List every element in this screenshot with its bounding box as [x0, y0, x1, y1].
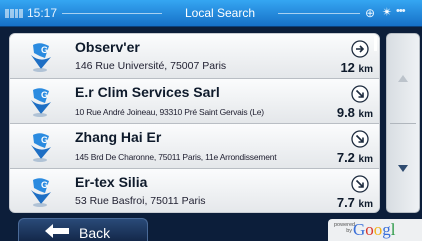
scroll-down-button[interactable]	[387, 124, 419, 213]
result-address: 146 Rue Université, 75007 Paris	[75, 60, 227, 72]
result-row[interactable]: G Zhang Hai Er 145 Brd De Charonne, 7501…	[10, 124, 379, 169]
result-distance: 7.7 km	[336, 195, 373, 210]
result-row[interactable]: G E.r Clim Services Sarl 10 Rue André Jo…	[10, 79, 379, 124]
result-name: E.r Clim Services Sarl	[75, 84, 220, 100]
satellite-icon: ✴	[382, 5, 393, 19]
direction-arrow-icon	[351, 85, 369, 103]
svg-text:G: G	[41, 45, 48, 55]
result-name: Zhang Hai Er	[75, 129, 162, 145]
signal-icon: •••	[396, 5, 406, 17]
google-pin-icon: G	[31, 43, 51, 72]
scroll-position-indicator	[374, 36, 377, 51]
result-row[interactable]: G Er-tex Silia 53 Rue Basfroi, 75011 Par…	[10, 169, 379, 212]
direction-arrow-icon	[351, 175, 369, 193]
powered-by-label: powered by	[334, 222, 356, 234]
divider	[278, 13, 360, 14]
results-list[interactable]: G Observ'er 146 Rue Université, 75007 Pa…	[9, 33, 380, 213]
powered-by-google: powered by Googl	[328, 219, 422, 241]
direction-arrow-icon	[351, 40, 369, 58]
result-address: 10 Rue André Joineau, 93310 Pré Saint Ge…	[75, 107, 264, 117]
result-distance: 7.2 km	[336, 150, 373, 165]
result-name: Observ'er	[75, 39, 140, 55]
direction-arrow-icon	[351, 130, 369, 148]
back-label: Back	[79, 225, 111, 241]
battery-icon	[5, 9, 23, 18]
status-bar: 15:17 Local Search ⊕ ✴ •••	[0, 0, 422, 27]
google-pin-icon: G	[31, 178, 51, 207]
result-address: 145 Brd De Charonne, 75011 Paris, 11e Ar…	[75, 152, 277, 162]
back-button[interactable]: Back	[18, 218, 148, 241]
google-pin-icon: G	[31, 88, 51, 117]
google-pin-icon: G	[31, 133, 51, 162]
result-address: 53 Rue Basfroi, 75011 Paris	[75, 195, 206, 207]
back-arrow-icon	[45, 224, 69, 238]
clock: 15:17	[27, 6, 58, 20]
result-distance: 9.8 km	[336, 105, 373, 120]
google-logo: Googl	[353, 220, 396, 239]
result-distance: 12 km	[340, 60, 373, 75]
scroll-up-button[interactable]	[387, 34, 419, 123]
gps-icon: ⊕	[365, 6, 376, 20]
arrow-down-icon	[398, 165, 408, 172]
result-row[interactable]: G Observ'er 146 Rue Université, 75007 Pa…	[10, 34, 379, 79]
arrow-up-icon	[398, 75, 408, 82]
page-title: Local Search	[184, 6, 256, 20]
result-name: Er-tex Silia	[75, 174, 148, 190]
svg-text:G: G	[41, 135, 48, 145]
svg-text:G: G	[41, 180, 48, 190]
scroll-panel	[386, 33, 420, 213]
svg-text:G: G	[41, 90, 48, 100]
divider	[62, 13, 162, 14]
